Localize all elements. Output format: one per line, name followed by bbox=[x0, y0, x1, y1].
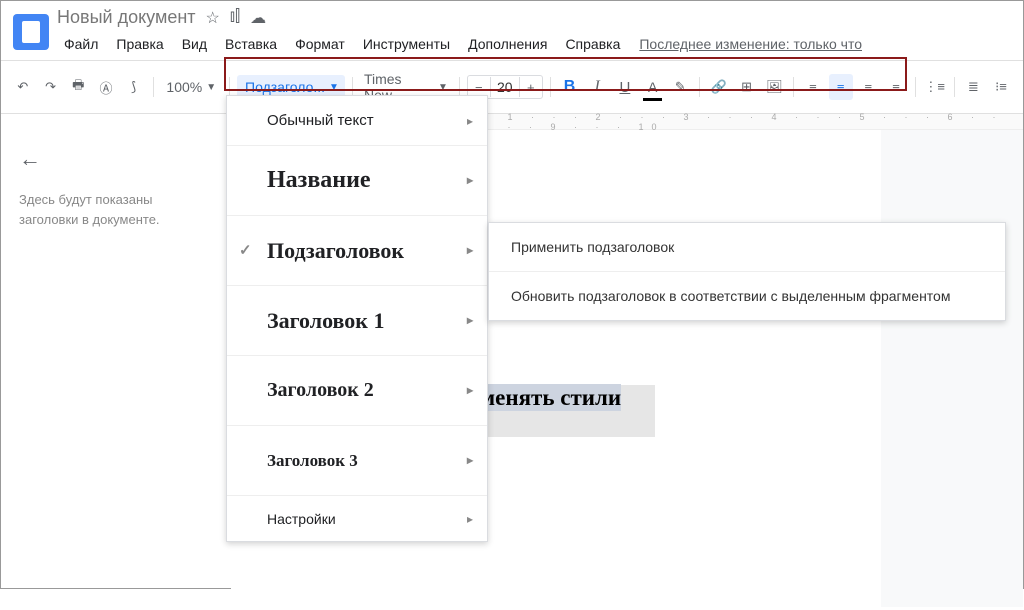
menu-edit[interactable]: Правка bbox=[109, 32, 170, 56]
check-icon: ✓ bbox=[239, 241, 252, 260]
menu-file[interactable]: Файл bbox=[57, 32, 105, 56]
insert-comment-button[interactable]: ⊞ bbox=[735, 74, 759, 100]
line-spacing-button[interactable]: ⋮≡ bbox=[923, 74, 947, 100]
insert-image-button[interactable]: 🖼 bbox=[762, 74, 786, 100]
document-title[interactable]: Новый документ bbox=[57, 7, 196, 28]
title-bar: Новый документ ☆ ⫾⫿ ☁ Файл Правка Вид Вс… bbox=[1, 1, 1023, 56]
insert-link-button[interactable]: 🔗 bbox=[707, 74, 731, 100]
docs-logo[interactable] bbox=[13, 14, 49, 50]
outline-empty-text: Здесь будут показаны заголовки в докумен… bbox=[19, 190, 213, 229]
undo-button[interactable]: ↶ bbox=[11, 74, 35, 100]
submenu-update-subtitle[interactable]: Обновить подзаголовок в соответствии с в… bbox=[489, 272, 1005, 320]
paint-format-button[interactable]: ⟆ bbox=[122, 74, 146, 100]
align-justify-button[interactable]: ≡ bbox=[884, 74, 908, 100]
spellcheck-button[interactable]: Ⓐ bbox=[94, 74, 118, 100]
menu-addons[interactable]: Дополнения bbox=[461, 32, 554, 56]
align-left-button[interactable]: ≡ bbox=[801, 74, 825, 100]
submenu-apply-subtitle[interactable]: Применить подзаголовок bbox=[489, 223, 1005, 272]
last-change-link[interactable]: Последнее изменение: только что bbox=[639, 32, 862, 56]
highlight-button[interactable]: ✎ bbox=[668, 74, 692, 100]
sidebar-back-arrow[interactable]: ← bbox=[19, 146, 213, 172]
numbered-list-button[interactable]: ≣ bbox=[961, 74, 985, 100]
style-option-subtitle[interactable]: ✓ Подзаголовок ▸ bbox=[227, 216, 487, 286]
outline-sidebar: ← Здесь будут показаны заголовки в докум… bbox=[1, 130, 231, 607]
zoom-dropdown[interactable]: 100%▼ bbox=[160, 79, 222, 95]
chevron-right-icon: ▸ bbox=[467, 313, 473, 328]
menu-tools[interactable]: Инструменты bbox=[356, 32, 457, 56]
menu-help[interactable]: Справка bbox=[558, 32, 627, 56]
style-option-label: Название bbox=[267, 167, 371, 194]
redo-button[interactable]: ↷ bbox=[39, 74, 63, 100]
move-icon[interactable]: ⫾⫿ bbox=[230, 8, 240, 28]
bold-button[interactable]: B bbox=[558, 74, 582, 100]
font-size-increase[interactable]: + bbox=[520, 76, 542, 98]
chevron-right-icon: ▸ bbox=[467, 383, 473, 398]
menu-view[interactable]: Вид bbox=[175, 32, 214, 56]
chevron-right-icon: ▸ bbox=[467, 512, 473, 526]
style-option-heading2[interactable]: Заголовок 2 ▸ bbox=[227, 356, 487, 426]
style-option-label: Настройки bbox=[267, 511, 336, 527]
paragraph-style-menu: Обычный текст ▸ Название ▸ ✓ Подзаголово… bbox=[226, 95, 488, 542]
menu-bar: Файл Правка Вид Вставка Формат Инструмен… bbox=[57, 30, 862, 56]
style-option-label: Заголовок 3 bbox=[267, 451, 358, 471]
toolbar: ↶ ↷ 🖶 Ⓐ ⟆ 100%▼ Подзаголо...▼ Times New.… bbox=[1, 60, 1023, 114]
italic-button[interactable]: I bbox=[585, 74, 609, 100]
style-option-normal[interactable]: Обычный текст ▸ bbox=[227, 96, 487, 146]
style-option-heading3[interactable]: Заголовок 3 ▸ bbox=[227, 426, 487, 496]
menu-format[interactable]: Формат bbox=[288, 32, 352, 56]
style-option-heading1[interactable]: Заголовок 1 ▸ bbox=[227, 286, 487, 356]
style-option-settings[interactable]: Настройки ▸ bbox=[227, 496, 487, 541]
underline-button[interactable]: U bbox=[613, 74, 637, 100]
style-option-title[interactable]: Название ▸ bbox=[227, 146, 487, 216]
main-area: ← Здесь будут показаны заголовки в докум… bbox=[1, 130, 1023, 607]
text-color-button[interactable]: A bbox=[641, 74, 665, 100]
chevron-right-icon: ▸ bbox=[467, 243, 473, 258]
cloud-icon[interactable]: ☁ bbox=[250, 8, 266, 28]
font-size-value[interactable]: 20 bbox=[490, 77, 520, 97]
style-option-label: Заголовок 1 bbox=[267, 308, 384, 334]
chevron-right-icon: ▸ bbox=[467, 114, 473, 128]
chevron-right-icon: ▸ bbox=[467, 453, 473, 468]
star-icon[interactable]: ☆ bbox=[206, 8, 220, 28]
align-center-button[interactable]: ≡ bbox=[829, 74, 853, 100]
bulleted-list-button[interactable]: ⁝≡ bbox=[989, 74, 1013, 100]
style-option-label: Подзаголовок bbox=[267, 238, 404, 264]
menu-insert[interactable]: Вставка bbox=[218, 32, 284, 56]
align-right-button[interactable]: ≡ bbox=[857, 74, 881, 100]
style-submenu: Применить подзаголовок Обновить подзагол… bbox=[488, 222, 1006, 321]
chevron-right-icon: ▸ bbox=[467, 173, 473, 188]
style-option-label: Обычный текст bbox=[267, 112, 374, 129]
style-option-label: Заголовок 2 bbox=[267, 379, 374, 402]
print-button[interactable]: 🖶 bbox=[66, 74, 90, 100]
